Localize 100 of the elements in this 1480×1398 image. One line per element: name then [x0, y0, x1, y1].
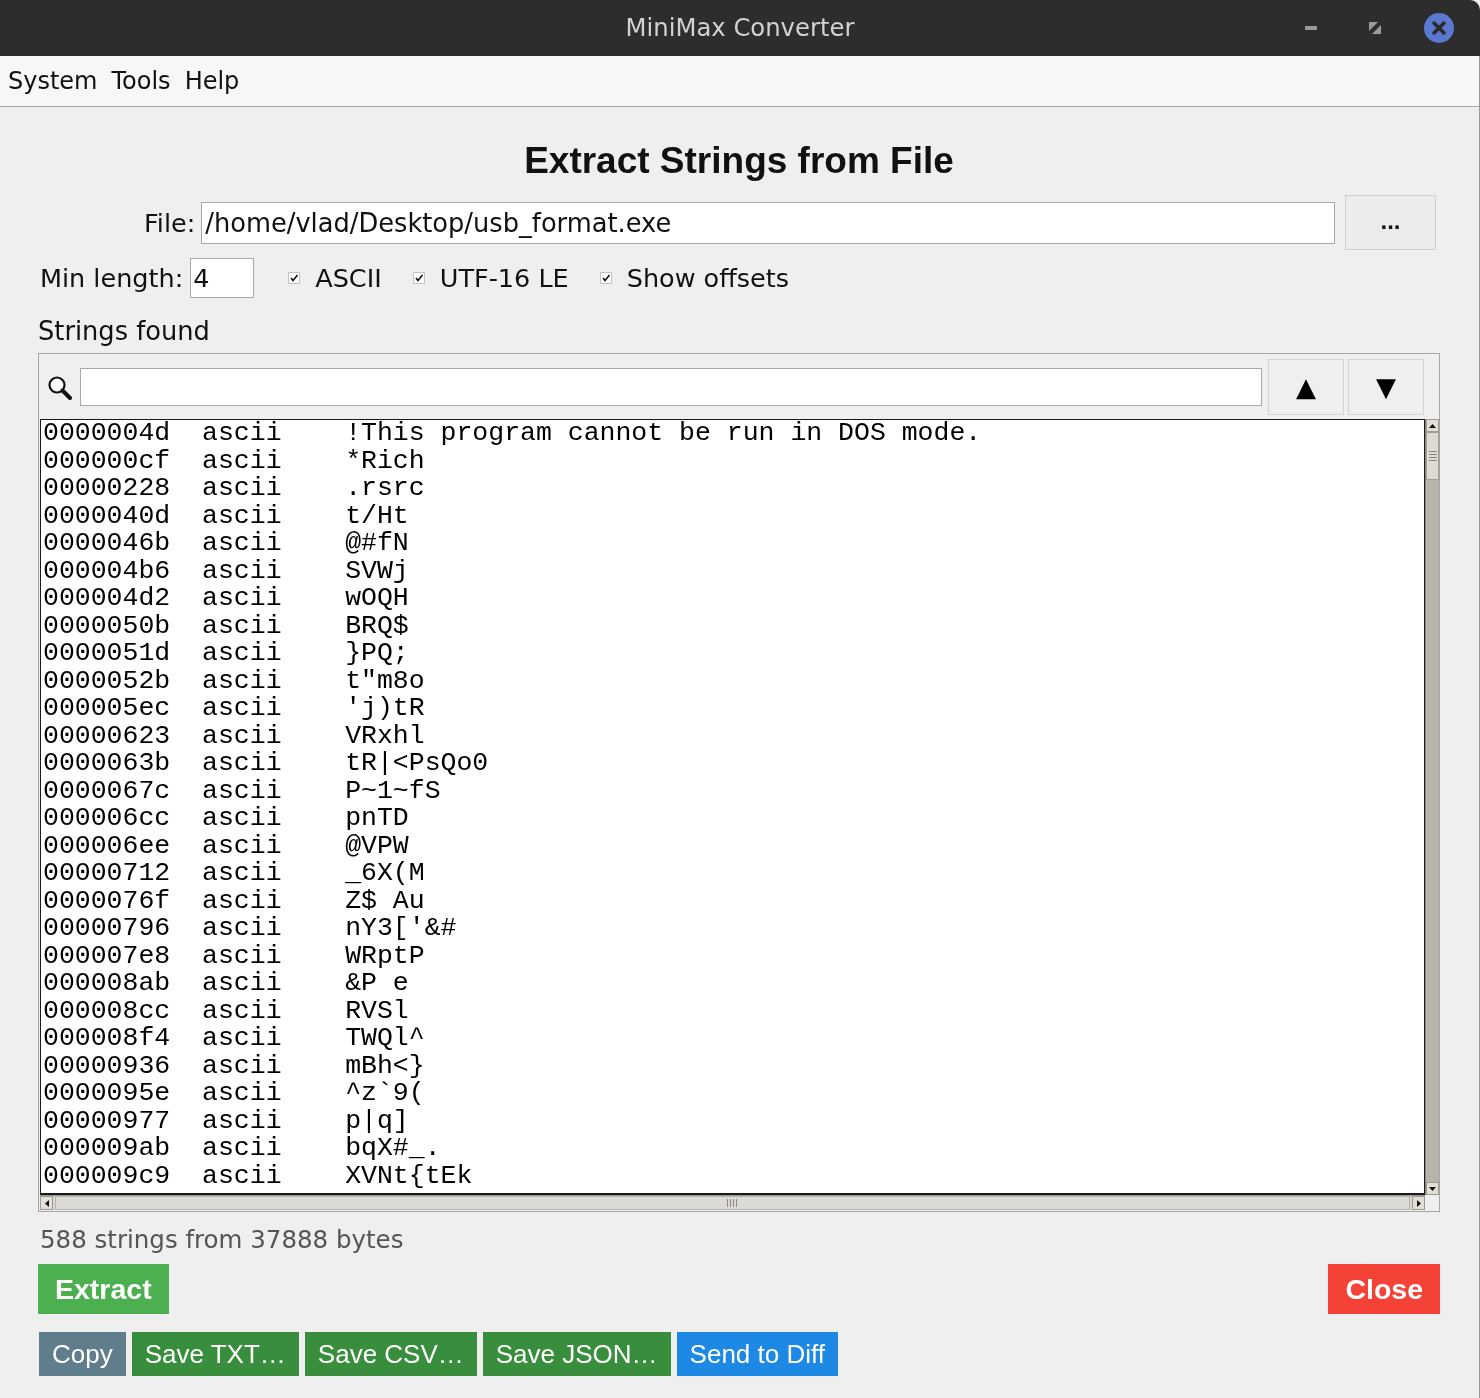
- offset-cell-text: 0000063b: [43, 750, 172, 778]
- type-cell-text: ascii: [202, 1052, 283, 1080]
- offset-cell-text: 0000095e: [43, 1080, 172, 1108]
- checkbox[interactable]: [412, 272, 425, 284]
- dialog-heading: Extract Strings from File: [524, 139, 954, 183]
- offset-cell-text: 000000cf: [43, 447, 172, 475]
- search-field[interactable]: [80, 368, 1262, 406]
- find-previous-button[interactable]: ▲: [1268, 359, 1344, 415]
- string-cell: VRxhl: [345, 722, 425, 750]
- checkbox[interactable]: [599, 272, 612, 284]
- down-arrow-icon: [1429, 1186, 1436, 1191]
- string-cell: tR|<PsQo0: [345, 750, 489, 778]
- scrollbar-thumb[interactable]: [1426, 432, 1439, 480]
- status-text: 588 strings from 37888 bytes: [39, 1225, 404, 1255]
- string-cell: ^z`9(: [345, 1080, 425, 1108]
- type-cell-text: ascii: [202, 1162, 283, 1190]
- scroll-left-button[interactable]: [40, 1196, 53, 1210]
- scroll-down-button[interactable]: [1426, 1182, 1439, 1195]
- offset-cell-text: 0000050b: [43, 612, 172, 640]
- file-path-field[interactable]: /home/vlad/Desktop/usb_format.exe: [201, 201, 1335, 244]
- type-cell-text: ascii: [202, 1025, 283, 1053]
- string-cell: _6X(M: [345, 860, 425, 888]
- close-button[interactable]: Close: [1328, 1264, 1440, 1314]
- export-button[interactable]: Save TXT…: [131, 1332, 299, 1376]
- file-label: File:: [144, 206, 196, 239]
- checkbox[interactable]: [288, 272, 301, 284]
- menu-item[interactable]: Help: [177, 66, 247, 96]
- type-cell-text: ascii: [202, 585, 283, 613]
- browse-button[interactable]: ...: [1345, 195, 1436, 250]
- window-title: MiniMax Converter: [625, 13, 855, 43]
- string-cell: @#fN: [345, 530, 409, 558]
- type-cell-text: ascii: [202, 750, 283, 778]
- offset-cell-text: 000006ee: [43, 832, 172, 860]
- type-cell-text: ascii: [202, 997, 283, 1025]
- string-cell: 'j)tR: [345, 695, 425, 723]
- string-cell: @VPW: [345, 832, 409, 860]
- string-cell: SVWj: [345, 557, 409, 585]
- section-label: Strings found: [38, 316, 210, 346]
- string-cell: Z$ Au: [345, 887, 425, 915]
- string-cell: RVSl: [345, 997, 409, 1025]
- string-cell: t"m8o: [345, 667, 425, 695]
- offset-cell-text: 000008cc: [43, 997, 172, 1025]
- string-cell: p|q]: [345, 1107, 409, 1135]
- export-button[interactable]: Copy: [39, 1332, 126, 1376]
- string-cell: P~1~fS: [345, 777, 441, 805]
- string-cell: XVNt{tEk: [345, 1162, 473, 1190]
- vertical-scrollbar[interactable]: [1425, 419, 1439, 1195]
- checkbox-label[interactable]: UTF-16 LE: [439, 262, 569, 294]
- offset-cell-text: 000008ab: [43, 970, 172, 998]
- offset-cell-text: 000009c9: [43, 1162, 172, 1190]
- export-button[interactable]: Send to Diff: [676, 1332, 838, 1376]
- offset-cell-text: 00000977: [43, 1107, 172, 1135]
- close-icon[interactable]: [1424, 13, 1454, 43]
- type-cell-text: ascii: [202, 502, 283, 530]
- string-cell: BRQ$: [345, 612, 409, 640]
- checkbox-label[interactable]: ASCII: [315, 262, 382, 294]
- offset-cell-text: 00000796: [43, 915, 172, 943]
- string-cell: }PQ;: [345, 640, 409, 668]
- menu-item[interactable]: Tools: [104, 66, 178, 96]
- type-cell-text: ascii: [202, 1107, 283, 1135]
- type-cell-text: ascii: [202, 970, 283, 998]
- offset-cell-text: 0000051d: [43, 640, 172, 668]
- up-arrow-icon: [1429, 423, 1436, 428]
- offset-cell-text: 00000228: [43, 475, 172, 503]
- checkbox-label[interactable]: Show offsets: [626, 262, 790, 294]
- min-length-label: Min length:: [40, 262, 184, 294]
- string-cell: !This program cannot be run in DOS mode.: [345, 420, 982, 448]
- offset-cell-text: 000004d2: [43, 585, 172, 613]
- string-cell: bqX#_.: [345, 1135, 441, 1163]
- type-cell-text: ascii: [202, 887, 283, 915]
- offset-cell-text: 0000052b: [43, 667, 172, 695]
- string-cell: pnTD: [345, 805, 409, 833]
- scroll-right-button[interactable]: [1412, 1196, 1425, 1210]
- export-button[interactable]: Save CSV…: [304, 1332, 477, 1376]
- string-cell: &P e: [345, 970, 409, 998]
- string-cell: nY3['&#: [345, 915, 457, 943]
- type-cell-text: ascii: [202, 557, 283, 585]
- offset-cell-text: 000006cc: [43, 805, 172, 833]
- menu-item[interactable]: System: [1, 66, 105, 96]
- string-cell: .rsrc: [345, 475, 425, 503]
- type-cell-text: ascii: [202, 447, 283, 475]
- offset-cell-text: 000008f4: [43, 1025, 172, 1053]
- offset-cell-text: 000005ec: [43, 695, 172, 723]
- min-length-field[interactable]: 4: [190, 258, 255, 298]
- right-arrow-icon: [1416, 1199, 1421, 1207]
- type-cell-text: ascii: [202, 640, 283, 668]
- type-cell-text: ascii: [202, 805, 283, 833]
- offset-cell-text: 000007e8: [43, 942, 172, 970]
- find-next-button[interactable]: ▼: [1348, 359, 1424, 415]
- scroll-up-button[interactable]: [1426, 419, 1439, 432]
- type-cell-text: ascii: [202, 777, 283, 805]
- export-button[interactable]: Save JSON…: [482, 1332, 671, 1376]
- offset-cell-text: 0000076f: [43, 887, 172, 915]
- offset-cell-text: 00000712: [43, 860, 172, 888]
- offset-cell-text: 0000004d: [43, 420, 172, 448]
- maximize-icon[interactable]: [1369, 22, 1381, 34]
- type-cell-text: ascii: [202, 475, 283, 503]
- type-cell-text: ascii: [202, 832, 283, 860]
- type-cell-text: ascii: [202, 722, 283, 750]
- offset-cell-text: 00000623: [43, 722, 172, 750]
